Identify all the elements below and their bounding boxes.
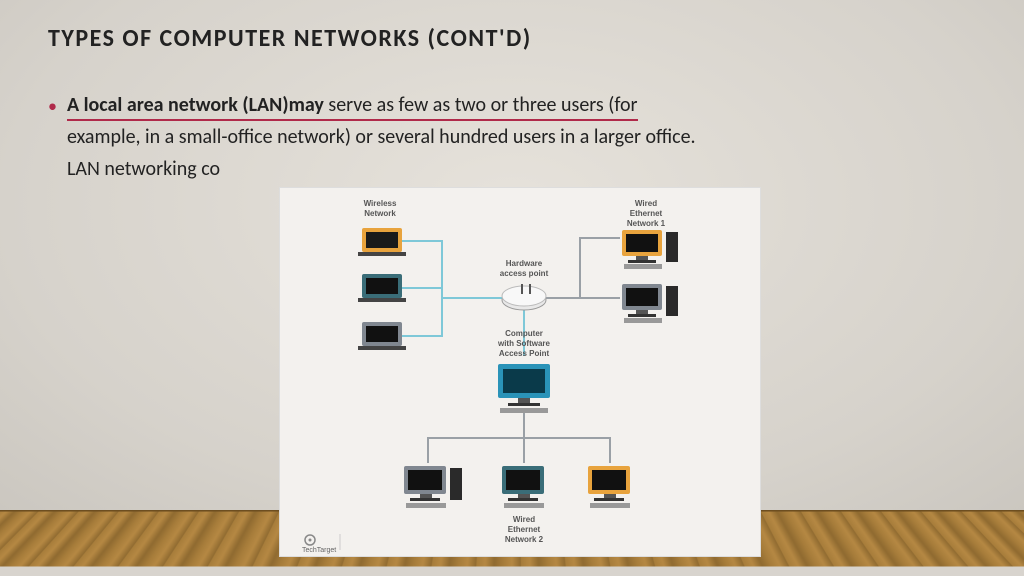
svg-text:Network 1: Network 1	[627, 219, 666, 228]
svg-text:Ethernet: Ethernet	[508, 525, 541, 534]
svg-text:TechTarget: TechTarget	[302, 547, 336, 554]
svg-text:Computer: Computer	[505, 329, 543, 338]
svg-text:Ethernet: Ethernet	[630, 209, 663, 218]
svg-text:Network: Network	[364, 209, 396, 218]
svg-text:Hardware: Hardware	[506, 259, 543, 268]
svg-text:Wireless: Wireless	[364, 199, 397, 208]
slide-title: TYPES OF COMPUTER NETWORKS (CONT'D)	[48, 24, 976, 53]
bullet-text: A local area network (LAN)may serve as f…	[67, 89, 976, 185]
network-diagram: Wireless Network Hardware access point W…	[280, 188, 760, 556]
bullet-line3: LAN networking co	[67, 157, 220, 181]
svg-text:Wired: Wired	[513, 515, 535, 524]
svg-text:Network 2: Network 2	[505, 535, 544, 544]
bullet-item: • A local area network (LAN)may serve as…	[48, 89, 976, 185]
bullet-line1-rest: serve as few as two or three users (for	[324, 93, 638, 117]
bullet-bold: A local area network (LAN)may	[67, 93, 324, 117]
svg-text:Access Point: Access Point	[499, 349, 550, 358]
svg-text:access point: access point	[500, 269, 549, 278]
bullet-marker-icon: •	[48, 89, 57, 123]
svg-text:with Software: with Software	[497, 339, 551, 348]
bullet-line2: example, in a small-office network) or s…	[67, 125, 696, 149]
svg-text:Wired: Wired	[635, 199, 657, 208]
